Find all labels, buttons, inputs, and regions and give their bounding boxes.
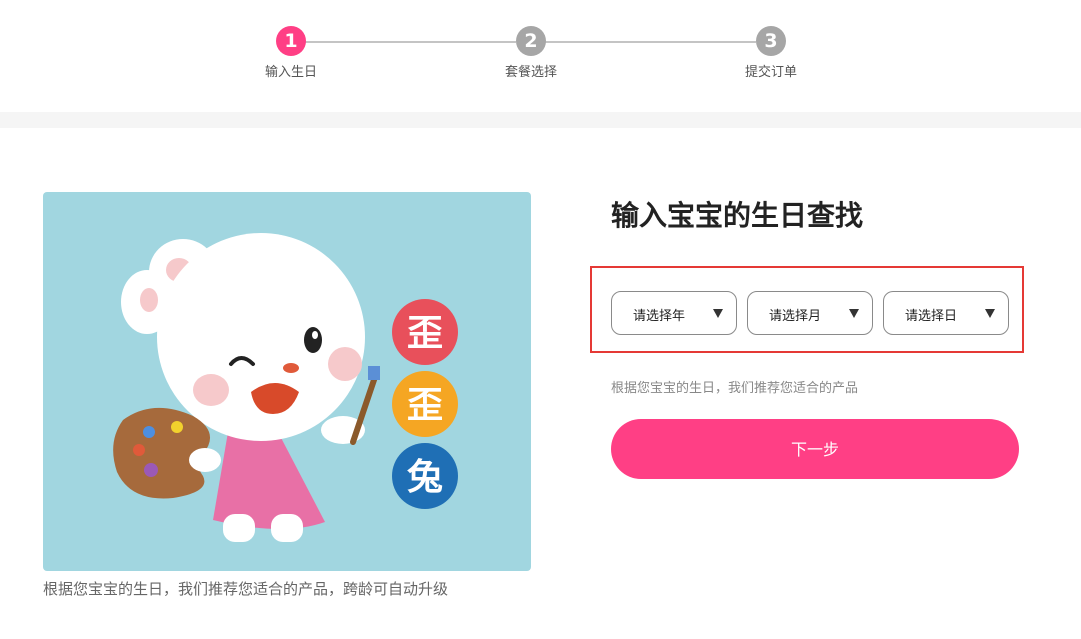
year-select[interactable]: 请选择年 — [611, 291, 737, 335]
step-3-number: 3 — [756, 26, 786, 56]
step-2-label: 套餐选择 — [504, 65, 557, 80]
brand-char-2: 歪 — [407, 385, 443, 426]
triangle-down-icon — [849, 309, 859, 318]
step-connector-1 — [305, 41, 516, 43]
step-1-number: 1 — [276, 26, 306, 56]
step-2: 2 套餐选择 — [491, 26, 571, 80]
brand-char-3: 兔 — [407, 457, 443, 498]
recommendation-hint: 根据您宝宝的生日，我们推荐您适合的产品 — [611, 381, 859, 396]
page-title: 输入宝宝的生日查找 — [611, 199, 864, 232]
step-3-label: 提交订单 — [744, 65, 797, 80]
next-step-button[interactable]: 下一步 — [611, 419, 1019, 479]
month-select-value: 请选择月 — [769, 309, 822, 324]
step-1: 1 输入生日 — [251, 26, 331, 80]
illustration-caption: 根据您宝宝的生日，我们推荐您适合的产品，跨龄可自动升级 — [43, 580, 449, 598]
month-select[interactable]: 请选择月 — [747, 291, 873, 335]
mascot-illustration: 歪 歪 兔 — [43, 192, 531, 571]
triangle-down-icon — [985, 309, 995, 318]
step-connector-2 — [545, 41, 756, 43]
brand-char-1: 歪 — [407, 313, 443, 354]
day-select-value: 请选择日 — [905, 309, 958, 324]
step-3: 3 提交订单 — [731, 26, 811, 80]
triangle-down-icon — [713, 309, 723, 318]
bunny-painter-image: 歪 歪 兔 — [113, 233, 458, 542]
section-divider-band — [0, 112, 1081, 128]
year-select-value: 请选择年 — [633, 309, 686, 324]
step-1-label: 输入生日 — [264, 65, 317, 80]
day-select[interactable]: 请选择日 — [883, 291, 1009, 335]
step-2-number: 2 — [516, 26, 546, 56]
progress-stepper: 1 输入生日 2 套餐选择 3 提交订单 — [0, 0, 1081, 112]
